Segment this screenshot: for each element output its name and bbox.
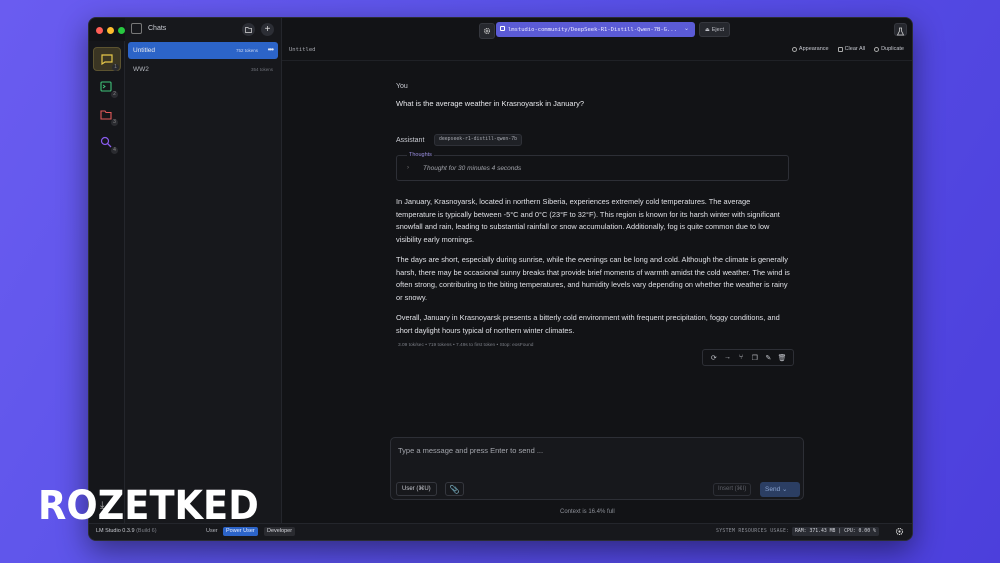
resources-usage: RAM: 371.43 MB | CPU: 0.00 % [792,527,879,536]
duplicate-label: Duplicate [881,46,904,52]
answer-paragraph: The days are short, especially during su… [396,255,790,302]
insert-button[interactable]: Insert (⌘I) [713,483,752,496]
window-controls [96,27,125,34]
resources-label: SYSTEM RESOURCES USAGE: [716,529,790,534]
answer-paragraph: Overall, January in Krasnoyarsk presents… [396,313,780,335]
model-selector[interactable]: lmstudio-community/DeepSeek-R1-Distill-Q… [496,22,695,37]
palette-icon [791,46,797,52]
edit-icon[interactable]: ✎ [764,354,772,362]
chat-title: Untitled [289,47,316,53]
branch-icon[interactable]: ⑂ [737,354,745,362]
paperclip-icon: 📎 [449,484,460,494]
message-actions: ⟳ → ⑂ ❐ ✎ 🗑 [702,349,794,366]
attach-file-button[interactable]: 📎 [445,482,464,496]
appearance-button[interactable]: Appearance [791,46,829,52]
chats-title: Chats [148,25,167,32]
mode-developer[interactable]: Developer [264,527,296,536]
plus-icon: + [264,24,271,35]
context-usage: Context is 16.4% full [560,509,615,515]
rail-badge: 3 [111,119,118,126]
clear-all-button[interactable]: Clear All [837,46,866,52]
chats-header: Chats + [125,18,281,41]
assistant-role-label: Assistant [396,137,425,144]
chat-bubble-icon [101,53,113,65]
eject-icon: ⏏ [705,26,710,33]
settings-gear-icon[interactable] [895,527,904,536]
rail-badge: 4 [111,147,118,154]
user-role-label: You [396,83,408,90]
generation-stats: 3.09 tok/sec • 719 tokens • 7.49s to fir… [398,343,534,348]
chat-toolbar: Untitled Appearance Clear All Duplicate [282,41,912,61]
duplicate-button[interactable]: Duplicate [874,46,904,52]
model-icon [500,26,505,31]
main-chat-area: lmstudio-community/DeepSeek-R1-Distill-Q… [282,18,912,524]
folder-icon [100,109,112,120]
user-message: What is the average weather in Krasnoyar… [396,99,585,108]
regenerate-icon[interactable]: ⟳ [710,354,718,362]
chat-token-count: 752 tokens [235,48,258,53]
folder-plus-icon [245,26,252,33]
rail-badge: 1 [112,64,119,71]
chat-name: WW2 [133,66,149,73]
sidebar-toggle-icon[interactable] [131,23,142,34]
minimize-window-button[interactable] [107,27,114,34]
rail-chat-button[interactable]: 1 [93,47,121,71]
chevron-right-icon: › [407,165,409,171]
flask-button[interactable] [894,23,907,36]
chat-list-item[interactable]: WW2 354 tokens [128,61,278,78]
duplicate-icon [874,46,880,52]
rail-badge: 2 [111,91,118,98]
close-window-button[interactable] [96,27,103,34]
trash-icon[interactable]: 🗑 [778,354,787,362]
thoughts-label: Thoughts [407,152,434,158]
thoughts-panel[interactable]: Thoughts › Thought for 30 minutes 4 seco… [396,152,789,181]
watermark-logo: ROZETKED [38,483,259,529]
new-chat-button[interactable]: + [261,23,274,36]
chat-actions: Appearance Clear All Duplicate [791,46,904,52]
search-icon [100,136,112,148]
flask-icon [896,27,905,36]
clear-all-label: Clear All [844,46,866,52]
thoughts-duration: Thought for 30 minutes 4 seconds [423,165,522,172]
chevron-down-icon: ⌄ [683,26,689,32]
answer-paragraph: In January, Krasnoyarsk, located in nort… [396,197,780,244]
mode-rail: 1 2 3 4 [89,41,125,524]
continue-icon[interactable]: → [723,354,731,362]
app-window: 1 2 3 4 Chats + Untitled 752 tokens ••• … [88,17,913,541]
assistant-model-badge: deepseek-r1-distill-qwen-7b [434,134,522,146]
chat-token-count: 354 tokens [250,67,273,72]
chats-panel: Chats + Untitled 752 tokens ••• WW2 354 … [125,18,282,524]
new-folder-button[interactable] [242,23,255,36]
terminal-icon [100,80,112,92]
gear-icon [483,27,491,35]
role-toggle-button[interactable]: User (⌘U) [396,482,437,496]
message-composer: Type a message and press Enter to send .… [390,437,804,500]
message-input[interactable]: Type a message and press Enter to send .… [398,446,543,455]
chat-name: Untitled [133,47,156,54]
eject-label: Eject [711,26,724,33]
appearance-label: Appearance [798,46,829,52]
rail-models-button[interactable]: 3 [93,103,119,126]
model-bar: lmstudio-community/DeepSeek-R1-Distill-Q… [282,18,912,41]
maximize-window-button[interactable] [118,27,125,34]
eject-button[interactable]: ⏏ Eject [699,22,730,37]
send-button[interactable]: Send ⌄ [760,482,800,497]
more-options-icon[interactable]: ••• [268,45,274,54]
model-name: lmstudio-community/DeepSeek-R1-Distill-Q… [508,26,677,33]
model-settings-button[interactable] [479,23,495,39]
clear-icon [837,46,843,52]
rail-developer-button[interactable]: 2 [93,75,119,98]
chat-list-item[interactable]: Untitled 752 tokens ••• [128,42,278,59]
copy-icon[interactable]: ❐ [751,354,759,362]
rail-discover-button[interactable]: 4 [93,131,119,154]
